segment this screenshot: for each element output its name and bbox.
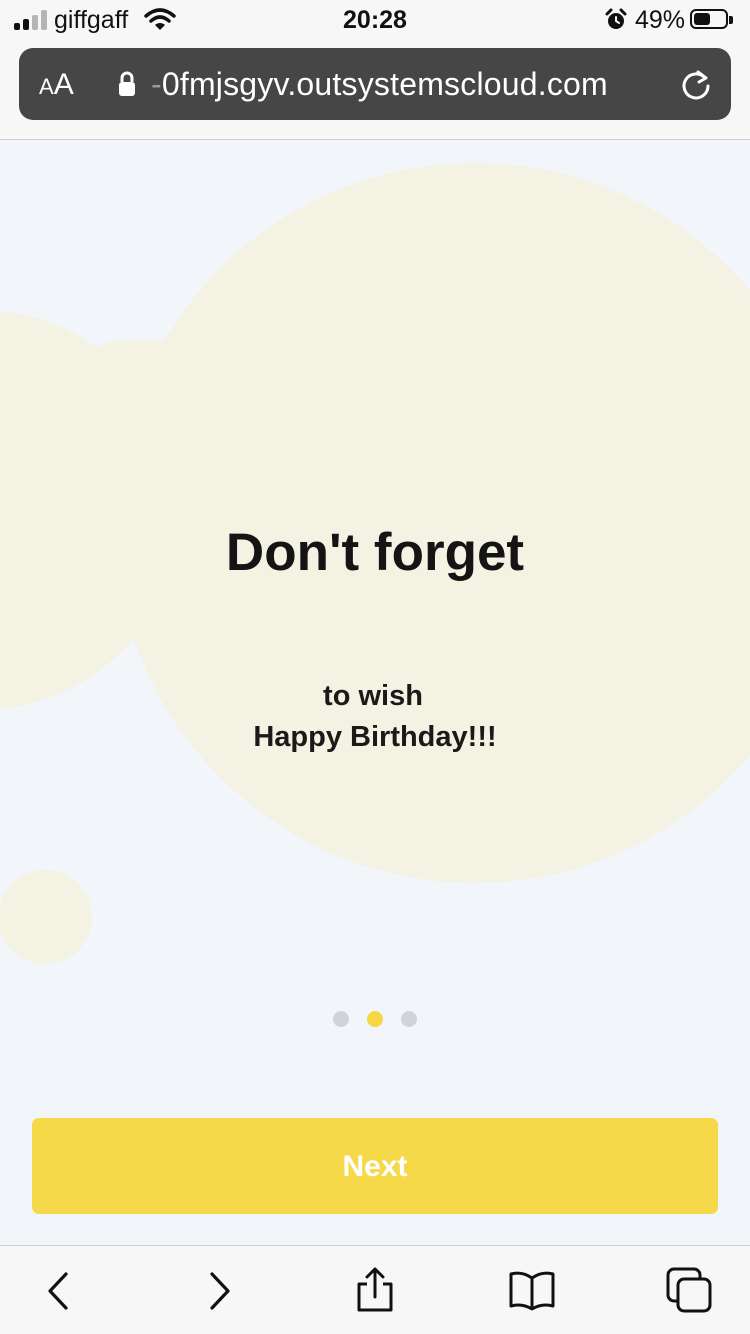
address-bar[interactable]: AA -0fmjsgyv.outsystemscloud.com: [19, 48, 731, 120]
onboarding-screen: Don't forget to wish Happy Birthday!!! N…: [0, 140, 750, 1245]
background-blob-small: [0, 870, 92, 964]
reload-icon[interactable]: [679, 68, 713, 107]
status-bar: giffgaff 20:28 49%: [0, 0, 750, 40]
onboarding-subtitle: to wish Happy Birthday!!!: [0, 676, 750, 758]
reader-settings-button[interactable]: AA: [39, 68, 74, 102]
page-dot[interactable]: [401, 1011, 418, 1027]
browser-address-area: AA -0fmjsgyv.outsystemscloud.com: [0, 40, 750, 140]
tabs-icon[interactable]: [665, 1266, 715, 1316]
battery-percentage: 49%: [635, 6, 686, 34]
lock-icon: [117, 70, 137, 103]
bookmarks-icon[interactable]: [507, 1266, 557, 1316]
browser-toolbar: [0, 1245, 750, 1334]
onboarding-title: Don't forget: [225, 523, 525, 582]
page-dot[interactable]: [332, 1011, 349, 1027]
alarm-icon: [604, 8, 628, 37]
share-icon[interactable]: [350, 1266, 400, 1316]
back-icon[interactable]: [34, 1266, 84, 1316]
subtitle-line-2: Happy Birthday!!!: [253, 721, 497, 753]
forward-icon[interactable]: [194, 1266, 244, 1316]
url-text[interactable]: -0fmjsgyv.outsystemscloud.com: [151, 66, 608, 103]
page-dot-active[interactable]: [367, 1011, 383, 1027]
next-button[interactable]: Next: [32, 1118, 718, 1214]
battery-icon: [690, 9, 734, 31]
page-indicator: [0, 1011, 750, 1032]
subtitle-line-1: to wish: [323, 680, 423, 712]
